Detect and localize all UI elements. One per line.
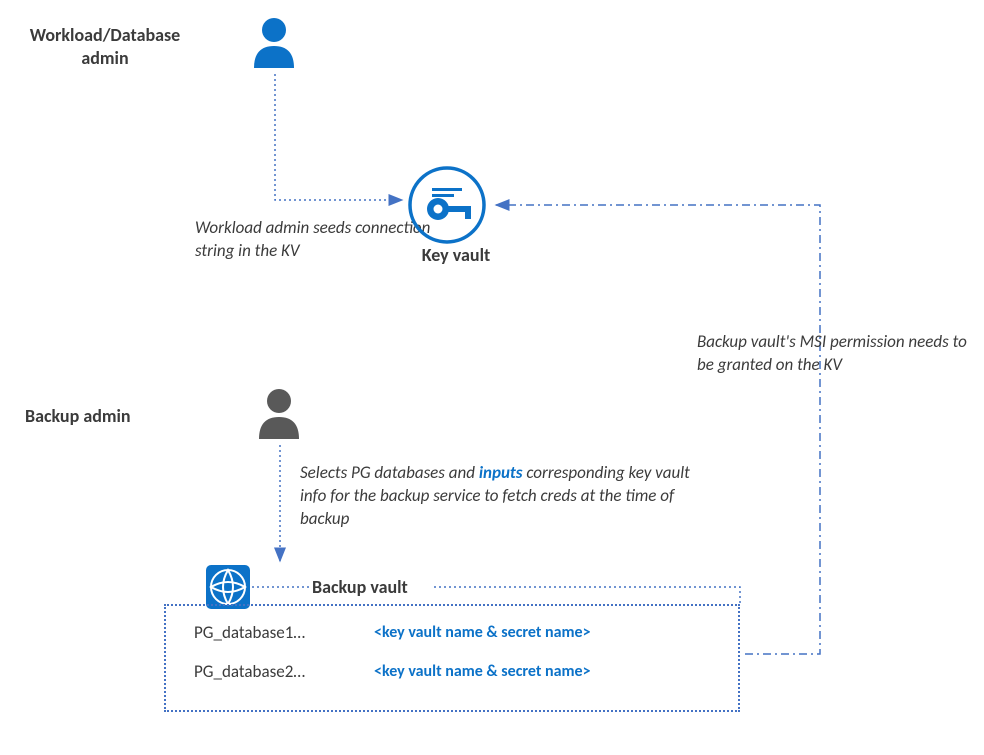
arrow-backup-to-vault [270, 443, 290, 573]
user-icon-workload [250, 16, 298, 72]
db-name: PG_database1… [194, 622, 374, 643]
db-name: PG_database2… [194, 661, 374, 682]
db-row: PG_database2… <key vault name & secret n… [194, 661, 710, 682]
kv-placeholder: <key vault name & secret name> [374, 623, 591, 642]
kv-placeholder: <key vault name & secret name> [374, 662, 591, 681]
arrow-workload-to-keyvault [270, 72, 430, 212]
key-vault-icon [408, 166, 486, 244]
selects-text: Selects PG databases and inputs correspo… [300, 462, 700, 531]
selects-prefix: Selects PG databases and [300, 462, 479, 483]
arrow-vault-to-keyvault [490, 195, 830, 660]
db-row: PG_database1… <key vault name & secret n… [194, 622, 710, 643]
msi-permission-text: Backup vault's MSI permission needs to b… [697, 331, 980, 377]
selects-accent: inputs [479, 462, 523, 483]
backup-vault-label: Backup vault [312, 576, 408, 598]
backup-admin-title: Backup admin [25, 405, 131, 427]
key-vault-label: Key vault [406, 244, 506, 266]
user-icon-backup [255, 387, 303, 443]
workload-admin-title: Workload/Database admin [15, 24, 195, 71]
backup-vault-container: PG_database1… <key vault name & secret n… [164, 604, 740, 712]
